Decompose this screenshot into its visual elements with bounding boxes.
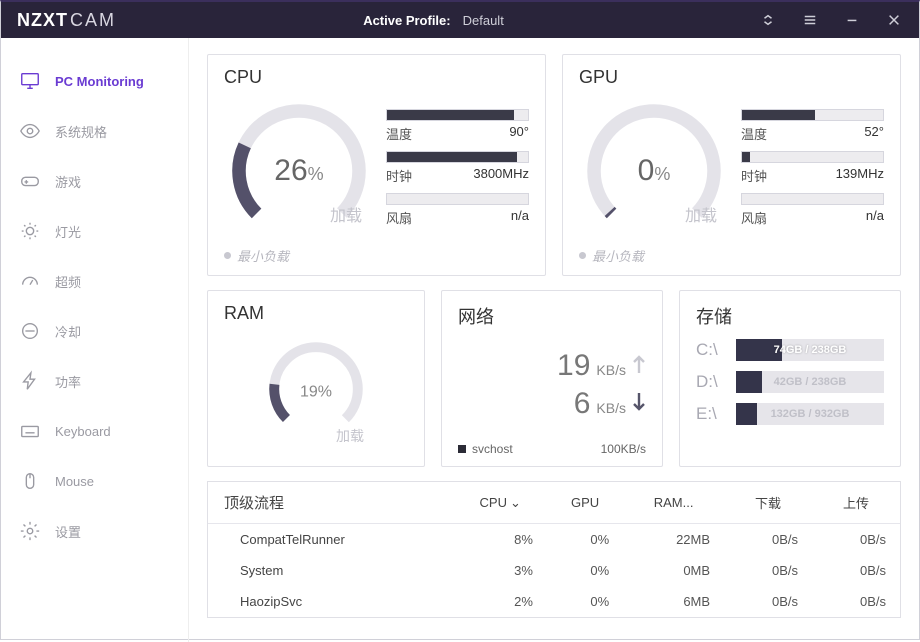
gauge-icon bbox=[19, 270, 41, 292]
sidebar-item-0[interactable]: PC Monitoring bbox=[1, 56, 188, 106]
network-top-process: svchost bbox=[458, 442, 513, 456]
sidebar-item-label: 冷却 bbox=[55, 322, 81, 341]
sidebar-item-label: 功率 bbox=[55, 372, 81, 391]
drive-row[interactable]: E:\132GB / 932GB bbox=[696, 403, 884, 425]
profile-updown-icon[interactable] bbox=[751, 2, 785, 38]
keyboard-icon bbox=[19, 420, 41, 442]
settings-lines-icon[interactable] bbox=[793, 2, 827, 38]
cpu-dial: 26% 加载 bbox=[224, 96, 374, 246]
metric-row: 风扇n/a bbox=[386, 193, 529, 227]
sidebar-item-label: Mouse bbox=[55, 474, 94, 489]
storage-card[interactable]: 存储 C:\74GB / 238GB D:\42GB / 238GB E:\132G… bbox=[679, 290, 901, 467]
sidebar: PC Monitoring 系统规格游戏灯光超频冷却功率 Keyboard Mouse… bbox=[1, 38, 189, 642]
metric-row: 时钟139MHz bbox=[741, 151, 884, 185]
network-card[interactable]: 网络 19KB/s 6KB/s svchost 100KB/s bbox=[441, 290, 663, 467]
ram-dial: 19% 加载 bbox=[224, 326, 408, 456]
sun-icon bbox=[19, 220, 41, 242]
eye-icon bbox=[19, 120, 41, 142]
titlebar: NZXTCAM Active Profile: Default bbox=[1, 2, 919, 38]
process-col[interactable]: GPU bbox=[547, 482, 623, 524]
gpu-dial: 0% 加载 bbox=[579, 96, 729, 246]
process-title: 顶级流程 bbox=[208, 482, 454, 524]
active-profile[interactable]: Active Profile: Default bbox=[363, 13, 504, 28]
monitor-icon bbox=[19, 70, 41, 92]
table-row[interactable]: CompatTelRunner8%0%22MB0B/s0B/s bbox=[208, 524, 900, 556]
processes-card[interactable]: 顶级流程CPU⌄GPURAM...下载上传 CompatTelRunner8%0… bbox=[207, 481, 901, 618]
drive-row[interactable]: C:\74GB / 238GB bbox=[696, 339, 884, 361]
sidebar-item-9[interactable]: 设置 bbox=[1, 506, 188, 556]
sidebar-item-4[interactable]: 超频 bbox=[1, 256, 188, 306]
close-button[interactable] bbox=[877, 2, 911, 38]
drive-row[interactable]: D:\42GB / 238GB bbox=[696, 371, 884, 393]
table-row[interactable]: HaozipSvc2%0%6MB0B/s0B/s bbox=[208, 586, 900, 617]
network-download: 6KB/s bbox=[458, 387, 646, 421]
table-row[interactable]: System3%0%0MB0B/s0B/s bbox=[208, 555, 900, 586]
network-title: 网络 bbox=[458, 303, 646, 329]
storage-title: 存储 bbox=[696, 303, 884, 329]
sidebar-item-label: 系统规格 bbox=[55, 122, 107, 141]
gear-icon bbox=[19, 520, 41, 542]
sidebar-item-5[interactable]: 冷却 bbox=[1, 306, 188, 356]
sidebar-item-2[interactable]: 游戏 bbox=[1, 156, 188, 206]
cpu-card[interactable]: CPU 26% 加载 温度90° 时钟3800MHz 风扇n/a 最小负载 bbox=[207, 54, 546, 276]
brand: NZXTCAM bbox=[9, 10, 116, 31]
circle-icon bbox=[19, 320, 41, 342]
sidebar-item-label: 灯光 bbox=[55, 222, 81, 241]
sidebar-item-label: 设置 bbox=[55, 522, 81, 541]
sidebar-item-6[interactable]: 功率 bbox=[1, 356, 188, 406]
mouse-icon bbox=[19, 470, 41, 492]
process-col[interactable]: RAM... bbox=[623, 482, 724, 524]
process-table: 顶级流程CPU⌄GPURAM...下载上传 CompatTelRunner8%0… bbox=[208, 482, 900, 617]
ram-title: RAM bbox=[224, 303, 408, 324]
metric-row: 温度90° bbox=[386, 109, 529, 143]
sidebar-item-label: PC Monitoring bbox=[55, 74, 144, 89]
active-profile-label: Active Profile: bbox=[363, 13, 450, 28]
process-col[interactable]: 上传 bbox=[812, 482, 900, 524]
gpu-foot: 最小负载 bbox=[579, 246, 884, 265]
sidebar-item-7[interactable]: Keyboard bbox=[1, 406, 188, 456]
process-col[interactable]: 下载 bbox=[724, 482, 812, 524]
gamepad-icon bbox=[19, 170, 41, 192]
bolt-icon bbox=[19, 370, 41, 392]
gpu-title: GPU bbox=[579, 67, 884, 88]
sidebar-item-3[interactable]: 灯光 bbox=[1, 206, 188, 256]
ram-card[interactable]: RAM 19% 加载 bbox=[207, 290, 425, 467]
network-top-rate: 100KB/s bbox=[601, 442, 646, 456]
sidebar-item-label: 超频 bbox=[55, 272, 81, 291]
metric-row: 时钟3800MHz bbox=[386, 151, 529, 185]
metric-row: 风扇n/a bbox=[741, 193, 884, 227]
cpu-title: CPU bbox=[224, 67, 529, 88]
cpu-foot: 最小负载 bbox=[224, 246, 529, 265]
sidebar-item-label: 游戏 bbox=[55, 172, 81, 191]
sidebar-item-label: Keyboard bbox=[55, 424, 111, 439]
sidebar-item-1[interactable]: 系统规格 bbox=[1, 106, 188, 156]
network-upload: 19KB/s bbox=[458, 349, 646, 383]
sidebar-item-8[interactable]: Mouse bbox=[1, 456, 188, 506]
active-profile-value: Default bbox=[463, 13, 504, 28]
metric-row: 温度52° bbox=[741, 109, 884, 143]
minimize-button[interactable] bbox=[835, 2, 869, 38]
arrow-down-icon bbox=[632, 391, 646, 413]
chevron-down-icon: ⌄ bbox=[510, 495, 521, 511]
process-col[interactable]: CPU⌄ bbox=[454, 482, 547, 524]
gpu-card[interactable]: GPU 0% 加载 温度52° 时钟139MHz 风扇n/a 最小负载 bbox=[562, 54, 901, 276]
arrow-up-icon bbox=[632, 353, 646, 375]
